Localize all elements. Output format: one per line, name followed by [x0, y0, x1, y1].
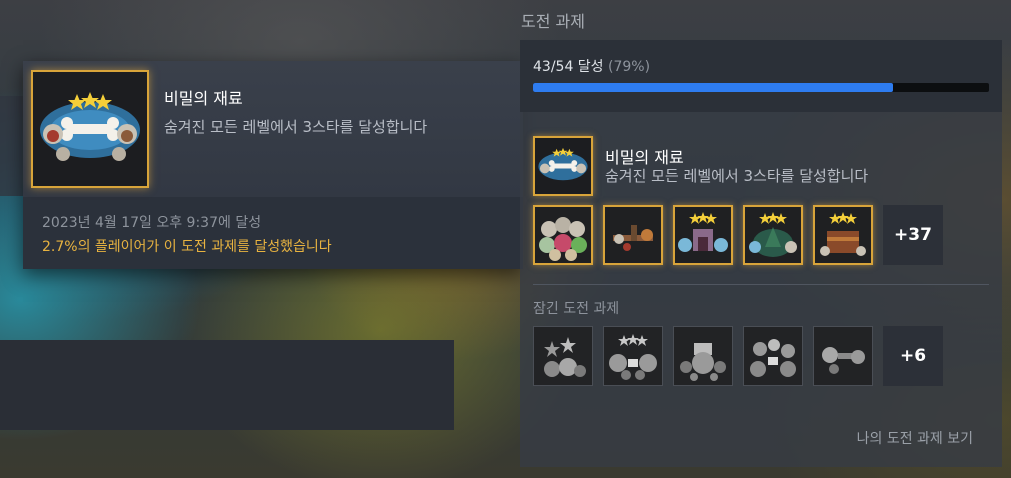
progress-bar — [533, 83, 989, 92]
locked-section-title: 잠긴 도전 과제 — [533, 301, 620, 317]
featured-achievement-icon[interactable] — [533, 136, 593, 196]
boss-locked-icon[interactable] — [673, 326, 733, 386]
progress-text: 43/54 달성 (79%) — [533, 56, 650, 76]
background-panel — [0, 340, 454, 430]
progress-percent: (79%) — [608, 59, 651, 75]
tooltip-title: 비밀의 재료 — [164, 89, 243, 108]
crowd-achievement-icon[interactable] — [533, 205, 593, 265]
chest-three-stars-achievement-icon[interactable] — [813, 205, 873, 265]
bridge-achievement-icon[interactable] — [603, 205, 663, 265]
achievement-tooltip: 비밀의 재료 숨겨진 모든 레벨에서 3스타를 달성합니다 2023년 4월 1… — [23, 61, 523, 269]
featured-achievement-description: 숨겨진 모든 레벨에서 3스타를 달성합니다 — [605, 167, 869, 185]
gate-three-stars-achievement-icon[interactable] — [673, 205, 733, 265]
progress-count: 43/54 달성 — [533, 59, 604, 75]
tooltip-description: 숨겨진 모든 레벨에서 3스타를 달성합니다 — [164, 118, 428, 136]
more-unlocked-button[interactable]: +37 — [883, 205, 943, 265]
more-locked-button[interactable]: +6 — [883, 326, 943, 386]
unlock-date: 2023년 4월 17일 오후 9:37에 달성 — [42, 215, 262, 231]
section-divider — [533, 284, 989, 285]
chef-locked-icon[interactable] — [813, 326, 873, 386]
versus-locked-icon[interactable] — [743, 326, 803, 386]
versus-three-stars-locked-icon[interactable] — [603, 326, 663, 386]
stars-cluster-locked-icon[interactable] — [533, 326, 593, 386]
section-title: 도전 과제 — [521, 12, 585, 31]
progress-bar-fill — [533, 83, 894, 92]
rarity-text: 2.7%의 플레이어가 이 도전 과제를 달성했습니다 — [42, 239, 332, 255]
progress-header: 43/54 달성 (79%) — [520, 40, 1002, 112]
achievements-panel: 43/54 달성 (79%) 비밀의 재료 숨겨진 모든 레벨에서 3스타를 달… — [520, 40, 1002, 467]
forest-three-stars-achievement-icon[interactable] — [743, 205, 803, 265]
achievement-art-icon — [31, 70, 149, 188]
background-panel — [0, 96, 25, 196]
view-my-achievements-link[interactable]: 나의 도전 과제 보기 — [857, 428, 973, 448]
